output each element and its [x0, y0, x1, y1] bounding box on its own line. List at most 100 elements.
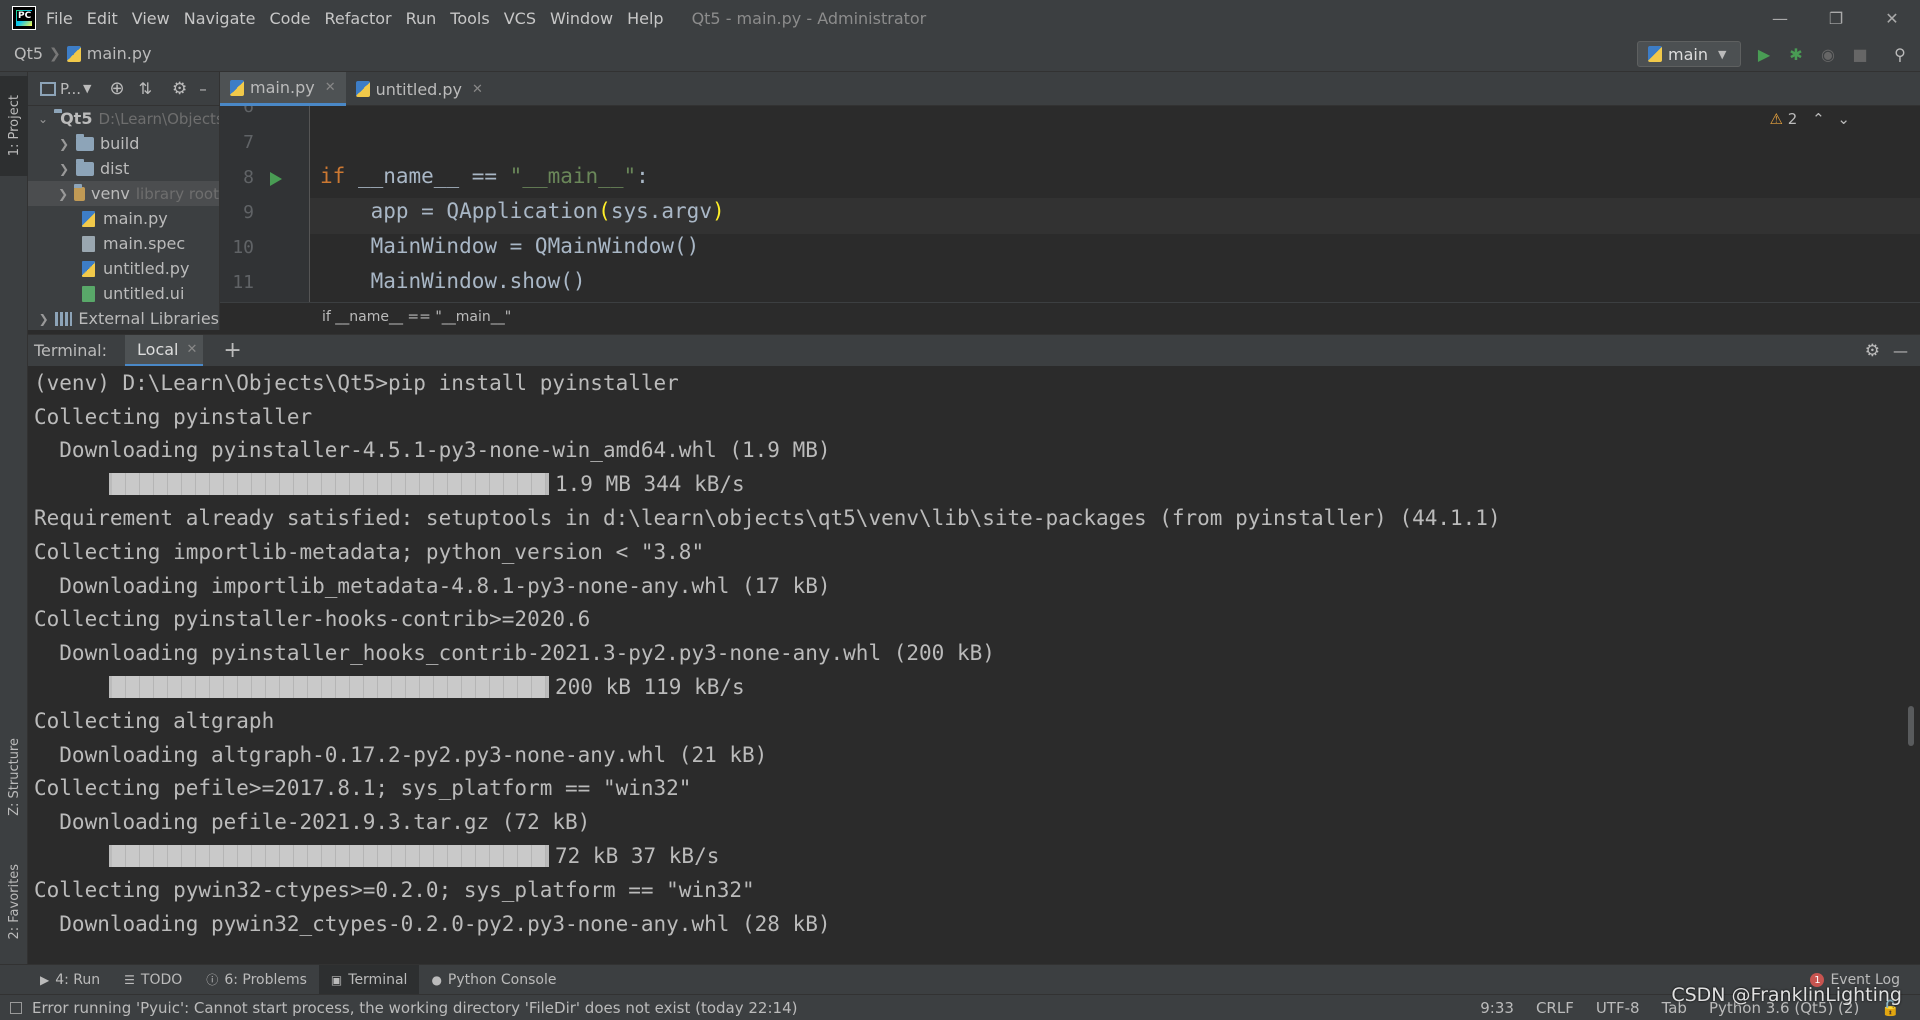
terminal-output[interactable]: (venv) D:\Learn\Objects\Qt5>pip install …: [28, 366, 1920, 964]
menu-run[interactable]: Run: [406, 9, 437, 28]
tool-python-console[interactable]: ● Python Console: [419, 965, 568, 995]
terminal-tab-local[interactable]: Local ✕: [125, 334, 204, 367]
tree-item-untitled-py[interactable]: untitled.py: [28, 256, 219, 281]
close-icon[interactable]: ✕: [1864, 0, 1920, 36]
file-encoding[interactable]: UTF-8: [1596, 999, 1640, 1017]
close-tab-icon[interactable]: ✕: [472, 82, 483, 97]
pycharm-logo-icon: [12, 6, 36, 30]
tab-structure[interactable]: Z: Structure: [0, 722, 28, 832]
folder-icon: [76, 158, 94, 176]
terminal-scrollbar[interactable]: [1908, 706, 1914, 746]
python-file-icon: [230, 79, 244, 96]
left-tool-strip: 1: Project Z: Structure 2: Favorites: [0, 72, 28, 964]
terminal-line: Downloading altgraph-0.17.2-py2.py3-none…: [34, 742, 768, 767]
toggle-tool-windows-icon[interactable]: [10, 1001, 22, 1014]
menu-file[interactable]: File: [46, 9, 73, 28]
download-progress-bar: [109, 473, 549, 496]
tab-structure-label: Z: Structure: [6, 738, 22, 816]
download-progress-bar: [109, 676, 549, 699]
menu-code[interactable]: Code: [270, 9, 311, 28]
tool-run[interactable]: ▶ 4: Run: [28, 965, 112, 995]
menu-navigate[interactable]: Navigate: [184, 9, 256, 28]
hide-panel-icon[interactable]: —: [1893, 342, 1908, 360]
run-config-dropdown[interactable]: main ▼: [1637, 41, 1741, 67]
status-message[interactable]: Error running 'Pyuic': Cannot start proc…: [32, 999, 797, 1017]
tree-root-qt5[interactable]: ⌄ Qt5 D:\Learn\Objects\Qt5: [28, 106, 219, 131]
terminal-icon: ▣: [330, 972, 343, 987]
coverage-icon[interactable]: ◉: [1818, 44, 1838, 64]
menu-help[interactable]: Help: [627, 9, 663, 28]
chevron-up-icon[interactable]: ⌃: [1812, 110, 1825, 128]
menu-tools[interactable]: Tools: [450, 9, 489, 28]
tab-untitled-py[interactable]: untitled.py ✕: [346, 72, 493, 106]
terminal-progress-text: 1.9 MB 344 kB/s: [555, 472, 745, 497]
code-editor[interactable]: 6 7 8 9 10 11 if __name__ == "__main__":…: [220, 106, 1920, 302]
search-icon[interactable]: ⚲: [1890, 44, 1910, 64]
expand-arrow-icon: ⌄: [38, 111, 49, 126]
collapse-all-icon[interactable]: ⇅: [139, 79, 152, 98]
close-tab-icon[interactable]: ✕: [186, 342, 197, 357]
menu-edit[interactable]: Edit: [87, 9, 118, 28]
line-number: 8: [243, 167, 254, 188]
code-text: __name__ ==: [345, 164, 510, 188]
debug-icon[interactable]: ✱: [1786, 44, 1806, 64]
tool-todo[interactable]: ☰ TODO: [112, 965, 194, 995]
hide-panel-icon[interactable]: –: [199, 80, 207, 98]
run-gutter-icon[interactable]: [270, 172, 282, 186]
tree-root-path: D:\Learn\Objects\Qt5: [98, 109, 219, 128]
window-title: Qt5 - main.py - Administrator: [691, 8, 927, 28]
tab-main-py[interactable]: main.py ✕: [220, 72, 346, 106]
terminal-line: Collecting pyinstaller-hooks-contrib>=20…: [34, 607, 591, 632]
menu-refactor[interactable]: Refactor: [324, 9, 391, 28]
tree-root-label: Qt5: [60, 109, 93, 128]
nav-crumb-project[interactable]: Qt5: [14, 44, 43, 63]
restore-icon[interactable]: ❐: [1808, 0, 1864, 36]
menu-window[interactable]: Window: [550, 9, 613, 28]
menu-vcs[interactable]: VCS: [504, 9, 536, 28]
inspection-widget[interactable]: ⚠ 2 ⌃ ⌄: [1770, 110, 1851, 128]
line-number: 10: [232, 237, 254, 258]
stop-icon[interactable]: ■: [1850, 44, 1870, 64]
terminal-line: Collecting altgraph: [34, 708, 275, 733]
tree-item-main-py[interactable]: main.py: [28, 206, 219, 231]
editor-breadcrumb[interactable]: if __name__ == "__main__": [220, 302, 1920, 330]
minimize-icon[interactable]: —: [1752, 0, 1808, 36]
tool-problems[interactable]: ⓘ 6: Problems: [194, 965, 319, 995]
tree-item-venv[interactable]: ❯ venv library root: [28, 181, 219, 206]
project-view-selector[interactable]: P...: [60, 80, 81, 98]
tree-item-main-spec[interactable]: main.spec: [28, 231, 219, 256]
tool-label: 4: Run: [55, 971, 101, 988]
tree-item-build[interactable]: ❯ build: [28, 131, 219, 156]
chevron-down-icon[interactable]: ⌄: [1837, 110, 1850, 128]
nav-crumb-file[interactable]: main.py: [66, 44, 151, 63]
terminal-line: Downloading pyinstaller_hooks_contrib-20…: [34, 641, 995, 666]
close-tab-icon[interactable]: ✕: [325, 80, 336, 95]
menu-view[interactable]: View: [132, 9, 170, 28]
code-string: "__main__": [509, 164, 637, 188]
tree-item-dist[interactable]: ❯ dist: [28, 156, 219, 181]
run-icon[interactable]: ▶: [1754, 44, 1774, 64]
tool-terminal[interactable]: ▣ Terminal: [318, 964, 420, 995]
status-bar: Error running 'Pyuic': Cannot start proc…: [0, 994, 1920, 1020]
tree-item-untitled-ui[interactable]: untitled.ui: [28, 281, 219, 306]
caret-position[interactable]: 9:33: [1480, 999, 1514, 1017]
gear-icon[interactable]: ⚙: [1865, 341, 1880, 361]
tree-external-label: External Libraries: [78, 309, 219, 328]
locate-icon[interactable]: ⊕: [109, 78, 124, 99]
tab-project[interactable]: 1: Project: [0, 76, 28, 176]
new-terminal-icon[interactable]: +: [223, 338, 241, 363]
collapse-arrow-icon: ❯: [58, 186, 69, 201]
terminal-line: Downloading pefile-2021.9.3.tar.gz (72 k…: [34, 810, 591, 835]
code-text: sys.argv: [610, 199, 712, 223]
code-line-11: MainWindow.show(): [320, 269, 586, 293]
tree-external-libraries[interactable]: ❯ External Libraries: [28, 306, 219, 330]
library-root-note: library root: [135, 184, 219, 203]
gear-icon[interactable]: ⚙: [172, 79, 187, 99]
terminal-header: Terminal: Local ✕ + ⚙ —: [28, 334, 1920, 367]
line-separator[interactable]: CRLF: [1536, 999, 1574, 1017]
tab-favorites[interactable]: 2: Favorites: [0, 852, 28, 952]
code-paren: ): [711, 199, 725, 223]
terminal-tab-label: Local: [137, 339, 179, 359]
terminal-line: Collecting importlib-metadata; python_ve…: [34, 539, 705, 564]
python-icon: [1648, 46, 1662, 62]
